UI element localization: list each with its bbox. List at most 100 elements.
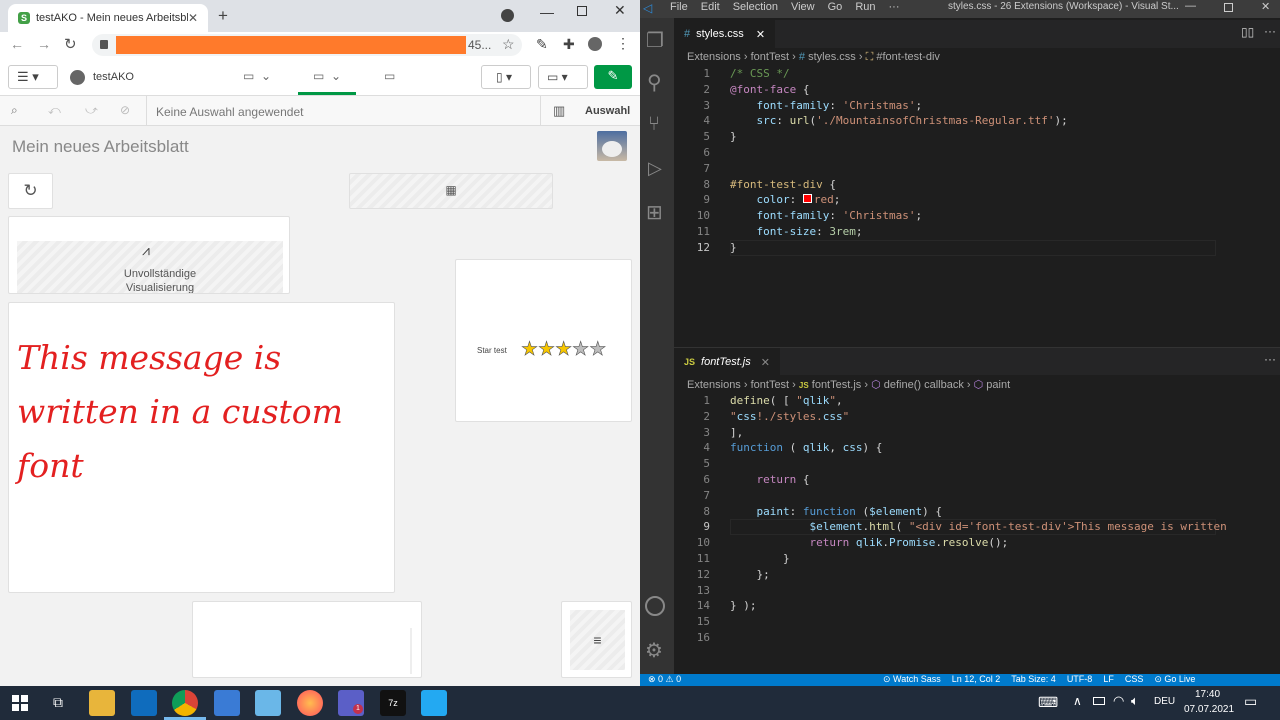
action-center-icon[interactable]: ▭ [1244, 693, 1257, 710]
search-icon[interactable]: ⚲ [647, 70, 662, 95]
status-item-6[interactable]: ⊙ Go Live [1154, 674, 1195, 684]
reload-card[interactable]: ↻ [8, 173, 53, 209]
tab-styles-css[interactable]: # styles.css ✕ [674, 20, 776, 48]
crumb-js-4[interactable]: paint [986, 379, 1010, 391]
prepare-tab[interactable]: ▭ ⌄ [243, 69, 271, 83]
start-windows-icon[interactable] [12, 695, 28, 711]
step-back-icon[interactable]: ⤺ [48, 103, 61, 118]
menu-item-6[interactable]: ··· [889, 1, 900, 13]
close-window-icon[interactable]: ✕ [614, 2, 626, 19]
status-item-3[interactable]: UTF-8 [1067, 674, 1093, 684]
vs-close-icon[interactable]: ✕ [1261, 0, 1270, 13]
battery-icon[interactable] [1093, 697, 1105, 705]
custom-font-card[interactable]: This message is written in a custom font [8, 302, 395, 593]
back-icon[interactable]: ← [10, 36, 24, 52]
analyze-tab[interactable]: ▭ ⌄ [313, 69, 341, 83]
7zip-icon[interactable]: 7z [380, 690, 406, 716]
sheets-button[interactable]: ▭ ▾ [538, 65, 588, 89]
bar-chart-card[interactable]: ≡ [561, 601, 632, 678]
bookmarks-button[interactable]: ▯ ▾ [481, 65, 531, 89]
star-2-icon[interactable]: ★ [538, 339, 556, 360]
status-item-4[interactable]: LF [1103, 674, 1114, 684]
clock-time[interactable]: 17:40 [1195, 689, 1220, 700]
close-tab-icon[interactable]: ✕ [188, 11, 198, 25]
clock-date[interactable]: 07.07.2021 [1184, 704, 1234, 715]
vs-minimize-icon[interactable]: — [1185, 0, 1196, 12]
new-tab-icon[interactable]: + [218, 6, 228, 26]
css-editor[interactable]: 1 /* CSS */ 2 @font-face {3 font-family: 'C… [674, 66, 1280, 256]
crumb-css-1[interactable]: fontTest [751, 51, 790, 63]
star-rating[interactable]: ★★★★★ [521, 339, 607, 360]
reload-icon[interactable]: ↻ [64, 35, 77, 53]
forward-icon[interactable]: → [37, 36, 51, 52]
chrome-icon[interactable] [172, 690, 198, 716]
wifi-icon[interactable]: ◠ [1113, 693, 1124, 709]
close-styles-tab-icon[interactable]: ✕ [756, 28, 765, 41]
smart-search-icon[interactable]: ⌕ [11, 103, 18, 118]
bookmark-star-icon[interactable]: ☆ [502, 36, 515, 53]
paint-icon[interactable] [255, 690, 281, 716]
selections-tool-icon[interactable]: ▥ [553, 103, 565, 119]
table-placeholder-card[interactable]: ▦ [349, 173, 553, 209]
edit-sheet-button[interactable]: ✎ [594, 65, 632, 89]
crumb-css-2[interactable]: styles.css [808, 51, 856, 63]
star-3-icon[interactable]: ★ [555, 339, 573, 360]
vm-icon[interactable] [214, 690, 240, 716]
js-editor[interactable]: 1 define( [ "qlik", 2 "css!./styles.css" 3],… [674, 393, 1280, 653]
tab-fonttest-js[interactable]: JS fontTest.js ✕ [674, 348, 780, 376]
manage-gear-icon[interactable]: ⚙ [645, 638, 663, 663]
source-control-icon[interactable]: ⑂ [648, 113, 660, 136]
accounts-icon[interactable] [645, 596, 665, 616]
incomplete-viz-card[interactable]: ⩘ Unvollständige Visualisierung [8, 216, 290, 294]
puzzle-icon[interactable]: ✚ [563, 36, 575, 53]
user-avatar[interactable] [597, 131, 627, 161]
crumb-js-3[interactable]: define() callback [884, 379, 964, 391]
task-view-icon[interactable]: ⧉ [53, 694, 63, 711]
close-fonttest-tab-icon[interactable]: ✕ [761, 356, 770, 369]
crumb-js-0[interactable]: Extensions [687, 379, 741, 391]
star-rating-card[interactable]: Star test ★★★★★ [455, 259, 632, 422]
maximize-icon[interactable] [577, 6, 587, 16]
firefox-icon[interactable] [297, 690, 323, 716]
status-item-2[interactable]: Tab Size: 4 [1011, 674, 1056, 684]
notification-keyboard-icon[interactable]: ⌨ [1038, 694, 1058, 711]
split-editor-icon[interactable]: ▯▯ [1241, 25, 1254, 39]
address-bar[interactable]: 45... ☆ [92, 34, 522, 56]
step-forward-icon[interactable]: ⤻ [85, 103, 98, 118]
narrate-tab[interactable]: ▭ [384, 69, 395, 83]
browser-tab[interactable]: S testAKO - Mein neues Arbeitsblatt ✕ [8, 4, 208, 32]
problems-status[interactable]: ⊗ 0 ⚠ 0 [648, 674, 681, 685]
vs-maximize-icon[interactable] [1224, 3, 1233, 12]
crumb-js-1[interactable]: fontTest [751, 379, 790, 391]
menu-item-2[interactable]: Selection [733, 1, 778, 13]
language-indicator[interactable]: DEU [1154, 696, 1175, 707]
menu-item-3[interactable]: View [791, 1, 815, 13]
menu-item-4[interactable]: Go [828, 1, 843, 13]
status-item-0[interactable]: ⊙ Watch Sass [883, 674, 941, 684]
selection-label[interactable]: Auswahl [585, 105, 630, 117]
star-4-icon[interactable]: ★ [572, 339, 590, 360]
extension-icon[interactable]: ✎ [536, 36, 548, 53]
status-item-5[interactable]: CSS [1125, 674, 1144, 684]
crumb-css-3[interactable]: #font-test-div [876, 51, 940, 63]
star-5-icon[interactable]: ★ [589, 339, 607, 360]
crumb-js-2[interactable]: fontTest.js [812, 379, 862, 391]
hidden-icons-icon[interactable]: ∧ [1073, 694, 1082, 708]
menu-kebab-icon[interactable]: ⋮ [616, 35, 630, 52]
vscode-taskbar-icon[interactable] [421, 690, 447, 716]
status-item-1[interactable]: Ln 12, Col 2 [952, 674, 1001, 684]
profile-icon[interactable] [588, 37, 602, 51]
file-explorer-icon[interactable] [89, 690, 115, 716]
star-1-icon[interactable]: ★ [521, 339, 539, 360]
more-actions-icon[interactable]: ··· [1264, 24, 1276, 38]
menu-item-1[interactable]: Edit [701, 1, 720, 13]
outlook-icon[interactable] [131, 690, 157, 716]
extensions-icon[interactable]: ⊞ [646, 200, 663, 225]
menu-item-5[interactable]: Run [855, 1, 875, 13]
tab-search-icon[interactable] [501, 9, 514, 22]
clear-selections-icon[interactable]: ⊘ [120, 103, 130, 117]
minimize-icon[interactable]: — [540, 4, 554, 20]
more-actions-2-icon[interactable]: ··· [1264, 352, 1276, 366]
explorer-icon[interactable]: ❐ [646, 28, 664, 53]
menu-item-0[interactable]: File [670, 1, 688, 13]
